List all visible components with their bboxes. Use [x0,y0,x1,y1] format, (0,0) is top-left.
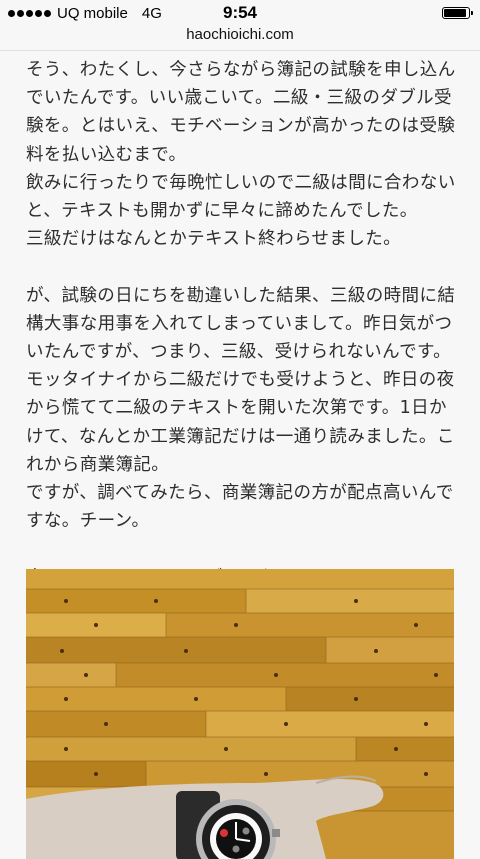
article-body: そう、わたくし、今さらながら簿記の試験を申し込んでいたんです。いい歳こいて。二級… [26,56,458,592]
url-bar[interactable]: haochioichi.com [0,26,480,51]
wooden-floor-watch-image [26,569,454,859]
article-paragraph: が、試験の日にちを勘違いした結果、三級の時間に結構大事な用事を入れてしまっていま… [26,285,456,363]
article-paragraph: 三級だけはなんとかテキスト終わらせました。 [26,229,402,250]
article-paragraph: 飲みに行ったりで毎晩忙しいので二級は間に合わないと、テキストも開かずに早々に諦め… [26,172,456,222]
status-time: 9:54 [222,3,258,22]
article-paragraph: モッタイナイから二級だけでも受けようと、昨日の夜から慌てて二級のテキストを開いた… [26,370,455,475]
article-photo [26,569,454,859]
url-domain[interactable]: haochioichi.com [0,26,480,44]
battery-level-fill [444,9,467,17]
battery-icon [442,7,473,19]
article-paragraph: そう、わたくし、今さらながら簿記の試験を申し込んでいたんです。いい歳こいて。二級… [26,60,456,165]
article-paragraph: ですが、調べてみたら、商業簿記の方が配点高いんですな。チーン。 [26,483,454,532]
status-bar: UQ mobile 4G 9:54 [0,0,480,26]
